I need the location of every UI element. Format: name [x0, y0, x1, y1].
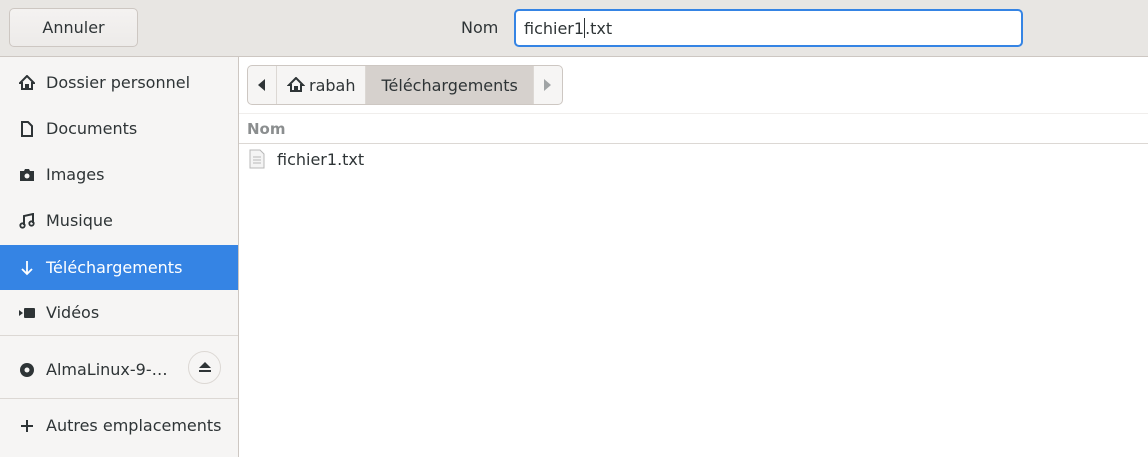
- column-header-name[interactable]: Nom: [239, 113, 1148, 144]
- divider: [0, 335, 238, 336]
- sidebar-item-music[interactable]: Musique: [0, 198, 238, 243]
- path-bar: rabah Téléchargements: [247, 65, 563, 105]
- sidebar-item-label: Musique: [46, 211, 113, 230]
- sidebar-item-downloads[interactable]: Téléchargements: [0, 245, 238, 290]
- header-bar: Annuler Nom fichier1 .txt: [0, 0, 1148, 57]
- path-home-label: rabah: [309, 75, 356, 95]
- sidebar: Dossier personnel Documents Images Musiq…: [0, 57, 239, 457]
- file-name: fichier1.txt: [277, 149, 365, 169]
- name-label: Nom: [461, 18, 499, 37]
- path-home-button[interactable]: rabah: [277, 66, 367, 104]
- filename-text-after: .txt: [585, 18, 613, 38]
- document-icon: [18, 120, 36, 138]
- sidebar-item-documents[interactable]: Documents: [0, 106, 238, 151]
- chevron-left-icon: [258, 76, 266, 95]
- camera-icon: [18, 166, 36, 184]
- video-icon: [18, 304, 36, 322]
- home-icon: [18, 74, 36, 92]
- cancel-button[interactable]: Annuler: [9, 8, 138, 47]
- path-forward-button[interactable]: [534, 66, 562, 104]
- filename-input[interactable]: fichier1 .txt: [514, 9, 1023, 47]
- filename-text-before: fichier1: [524, 18, 585, 38]
- path-current-button[interactable]: Téléchargements: [366, 66, 534, 104]
- plus-icon: [18, 417, 36, 435]
- file-row[interactable]: fichier1.txt: [239, 145, 1148, 173]
- path-current-label: Téléchargements: [381, 75, 518, 95]
- eject-icon: [198, 358, 212, 377]
- sidebar-item-label: Documents: [46, 119, 138, 138]
- path-back-button[interactable]: [248, 66, 277, 104]
- disc-icon: [18, 361, 36, 379]
- chevron-right-icon: [543, 76, 552, 95]
- sidebar-item-label: Dossier personnel: [46, 73, 191, 92]
- home-icon: [287, 77, 305, 93]
- sidebar-item-label: Autres emplacements: [46, 416, 222, 435]
- sidebar-item-images[interactable]: Images: [0, 152, 238, 197]
- sidebar-item-videos[interactable]: Vidéos: [0, 290, 238, 335]
- divider: [0, 398, 238, 399]
- sidebar-item-other-locations[interactable]: Autres emplacements: [0, 403, 238, 448]
- sidebar-item-label: Téléchargements: [46, 258, 183, 277]
- sidebar-item-label: Images: [46, 165, 105, 184]
- sidebar-item-home[interactable]: Dossier personnel: [0, 60, 238, 105]
- text-file-icon: [249, 149, 265, 169]
- sidebar-item-label: AlmaLinux-9-…: [46, 360, 168, 379]
- eject-button[interactable]: [188, 351, 221, 384]
- download-icon: [18, 259, 36, 277]
- music-icon: [18, 212, 36, 230]
- sidebar-item-label: Vidéos: [46, 303, 100, 322]
